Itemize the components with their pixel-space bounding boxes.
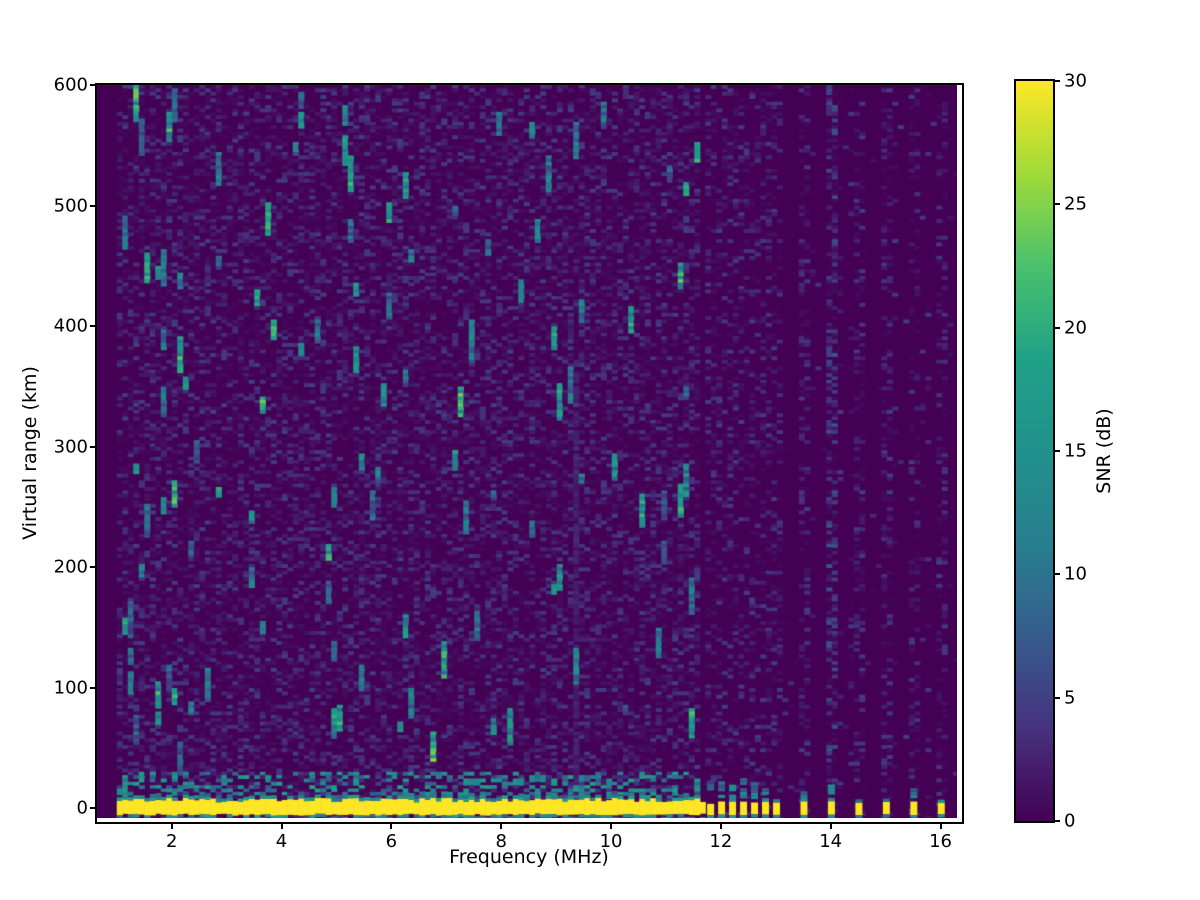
colorbar-tick-label: 30 (1064, 71, 1087, 92)
colorbar-tick-label: 0 (1064, 811, 1075, 832)
x-tick-mark (500, 824, 502, 829)
x-axis-label: Frequency (MHz) (96, 846, 962, 868)
x-tick-mark (171, 824, 173, 829)
y-tick-label: 600 (36, 75, 88, 96)
colorbar-tick-mark (1055, 450, 1060, 452)
colorbar-tick-label: 15 (1064, 441, 1087, 462)
colorbar-tick-mark (1055, 820, 1060, 822)
colorbar (1014, 79, 1055, 823)
y-axis-label: Virtual range (km) (19, 366, 41, 540)
x-tick-mark (610, 824, 612, 829)
colorbar-tick-mark (1055, 327, 1060, 329)
y-tick-mark (90, 446, 95, 448)
colorbar-tick-mark (1055, 80, 1060, 82)
colorbar-tick-mark (1055, 697, 1060, 699)
x-tick-mark (830, 824, 832, 829)
colorbar-tick-label: 5 (1064, 687, 1075, 708)
y-tick-label: 100 (36, 677, 88, 698)
x-tick-mark (720, 824, 722, 829)
x-tick-mark (390, 824, 392, 829)
heatmap-canvas (97, 85, 957, 818)
y-tick-mark (90, 84, 95, 86)
y-tick-mark (90, 687, 95, 689)
y-tick-label: 400 (36, 316, 88, 337)
y-tick-mark (90, 566, 95, 568)
colorbar-label: SNR (dB) (1093, 408, 1115, 493)
y-tick-label: 0 (36, 798, 88, 819)
y-tick-label: 500 (36, 195, 88, 216)
y-tick-mark (90, 205, 95, 207)
y-tick-mark (90, 325, 95, 327)
colorbar-tick-label: 25 (1064, 194, 1087, 215)
y-tick-mark (90, 807, 95, 809)
colorbar-gradient (1016, 81, 1053, 821)
colorbar-tick-mark (1055, 573, 1060, 575)
plot-area (95, 83, 964, 824)
colorbar-tick-label: 10 (1064, 564, 1087, 585)
x-tick-mark (281, 824, 283, 829)
x-tick-mark (940, 824, 942, 829)
y-tick-label: 300 (36, 436, 88, 457)
colorbar-tick-label: 20 (1064, 317, 1087, 338)
y-tick-label: 200 (36, 557, 88, 578)
ionogram-figure: IRF Uppsala SDR Ionosonde UP158 2026-03-… (0, 0, 1200, 900)
colorbar-tick-mark (1055, 203, 1060, 205)
